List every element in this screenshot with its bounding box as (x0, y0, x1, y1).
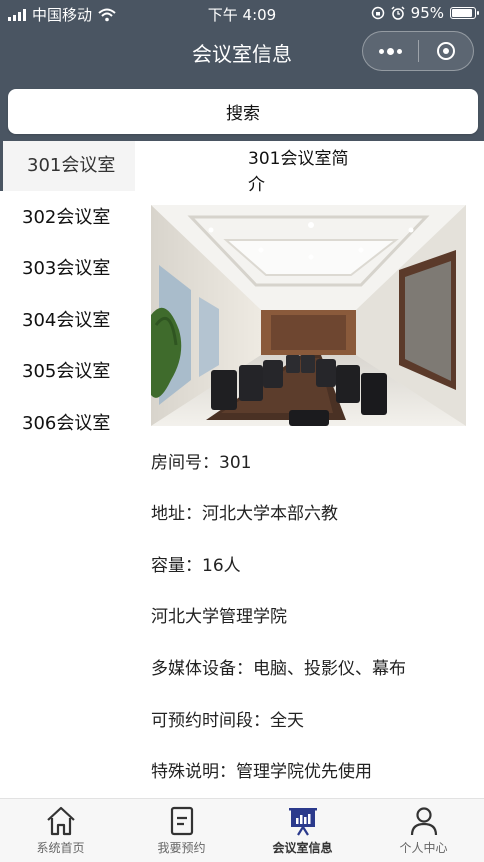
sidebar-item-306[interactable]: 306会议室 (0, 399, 135, 449)
room-equipment-text: 多媒体设备：电脑、投影仪、幕布 (151, 659, 406, 679)
room-intro-title: 301会议室简介 (248, 149, 349, 195)
room-available-time-text: 可预约时间段：全天 (151, 711, 304, 731)
tab-home-label: 系统首页 (36, 841, 85, 855)
tab-profile-label: 个人中心 (399, 841, 448, 855)
more-dots-icon (378, 47, 402, 55)
room-capacity-text: 容量：16人 (151, 556, 241, 576)
bottom-tab-bar: 系统首页 我要预约 会议室信息 个人中心 (0, 798, 484, 862)
room-number-text: 房间号：301 (151, 453, 252, 473)
miniprogram-capsule (362, 31, 474, 71)
sidebar-item-302[interactable]: 302会议室 (0, 193, 135, 243)
sidebar-item-304[interactable]: 304会议室 (0, 296, 135, 346)
tab-home[interactable]: 系统首页 (0, 799, 121, 862)
tab-room-info-label: 会议室信息 (272, 841, 333, 855)
battery-icon (450, 7, 479, 19)
room-address-text: 地址：河北大学本部六教 (151, 504, 338, 524)
home-icon (46, 806, 75, 836)
battery-fill (452, 9, 472, 17)
room-department-text: 河北大学管理学院 (151, 607, 287, 627)
user-icon (410, 807, 437, 836)
orientation-lock-icon (371, 6, 384, 20)
status-bar: 中国移动 下午 4:09 95% (0, 0, 484, 28)
search-button[interactable]: 搜索 (8, 89, 478, 134)
sidebar-item-305[interactable]: 305会议室 (0, 347, 135, 397)
more-button[interactable] (363, 32, 418, 70)
document-icon (170, 806, 193, 836)
room-note-text: 特殊说明：管理学院优先使用 (151, 762, 372, 782)
tab-booking-label: 我要预约 (157, 841, 206, 855)
sidebar-item-301[interactable]: 301会议室 (0, 141, 135, 191)
alarm-icon (391, 6, 405, 20)
presentation-board-icon (288, 808, 317, 836)
tab-booking[interactable]: 我要预约 (121, 799, 242, 862)
tab-room-info[interactable]: 会议室信息 (242, 799, 363, 862)
conference-room-photo (151, 205, 466, 426)
target-icon (436, 42, 455, 60)
close-miniprogram-button[interactable] (418, 32, 473, 70)
tab-profile[interactable]: 个人中心 (363, 799, 484, 862)
sidebar-item-303[interactable]: 303会议室 (0, 244, 135, 294)
navigation-header: 中国移动 下午 4:09 95% 会议室信息 搜索 (0, 0, 484, 141)
battery-percent: 95% (410, 4, 444, 22)
